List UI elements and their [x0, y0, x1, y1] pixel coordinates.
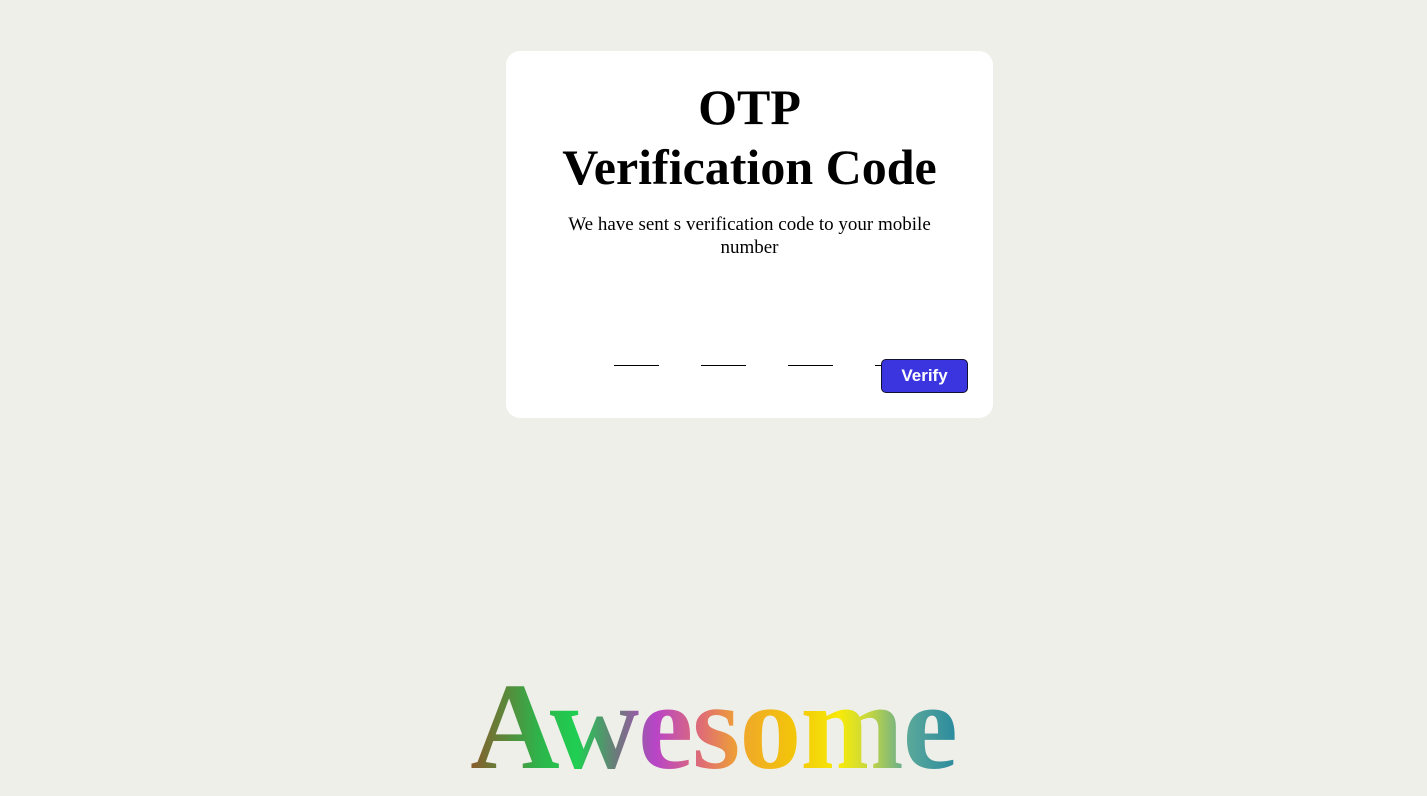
otp-input-row	[614, 341, 920, 366]
awesome-text: Awesome	[470, 658, 958, 795]
title-line-1: OTP	[698, 79, 801, 135]
title-line-2: Verification Code	[562, 139, 937, 195]
page-title: OTP Verification Code	[506, 77, 993, 197]
awesome-banner: Awesome	[0, 662, 1427, 792]
verify-button[interactable]: Verify	[881, 359, 968, 393]
otp-card: OTP Verification Code We have sent s ver…	[506, 51, 993, 418]
otp-digit-2-input[interactable]	[701, 341, 746, 366]
otp-digit-1-input[interactable]	[614, 341, 659, 366]
subtitle-text: We have sent s verification code to your…	[568, 214, 931, 258]
otp-digit-3-input[interactable]	[788, 341, 833, 366]
